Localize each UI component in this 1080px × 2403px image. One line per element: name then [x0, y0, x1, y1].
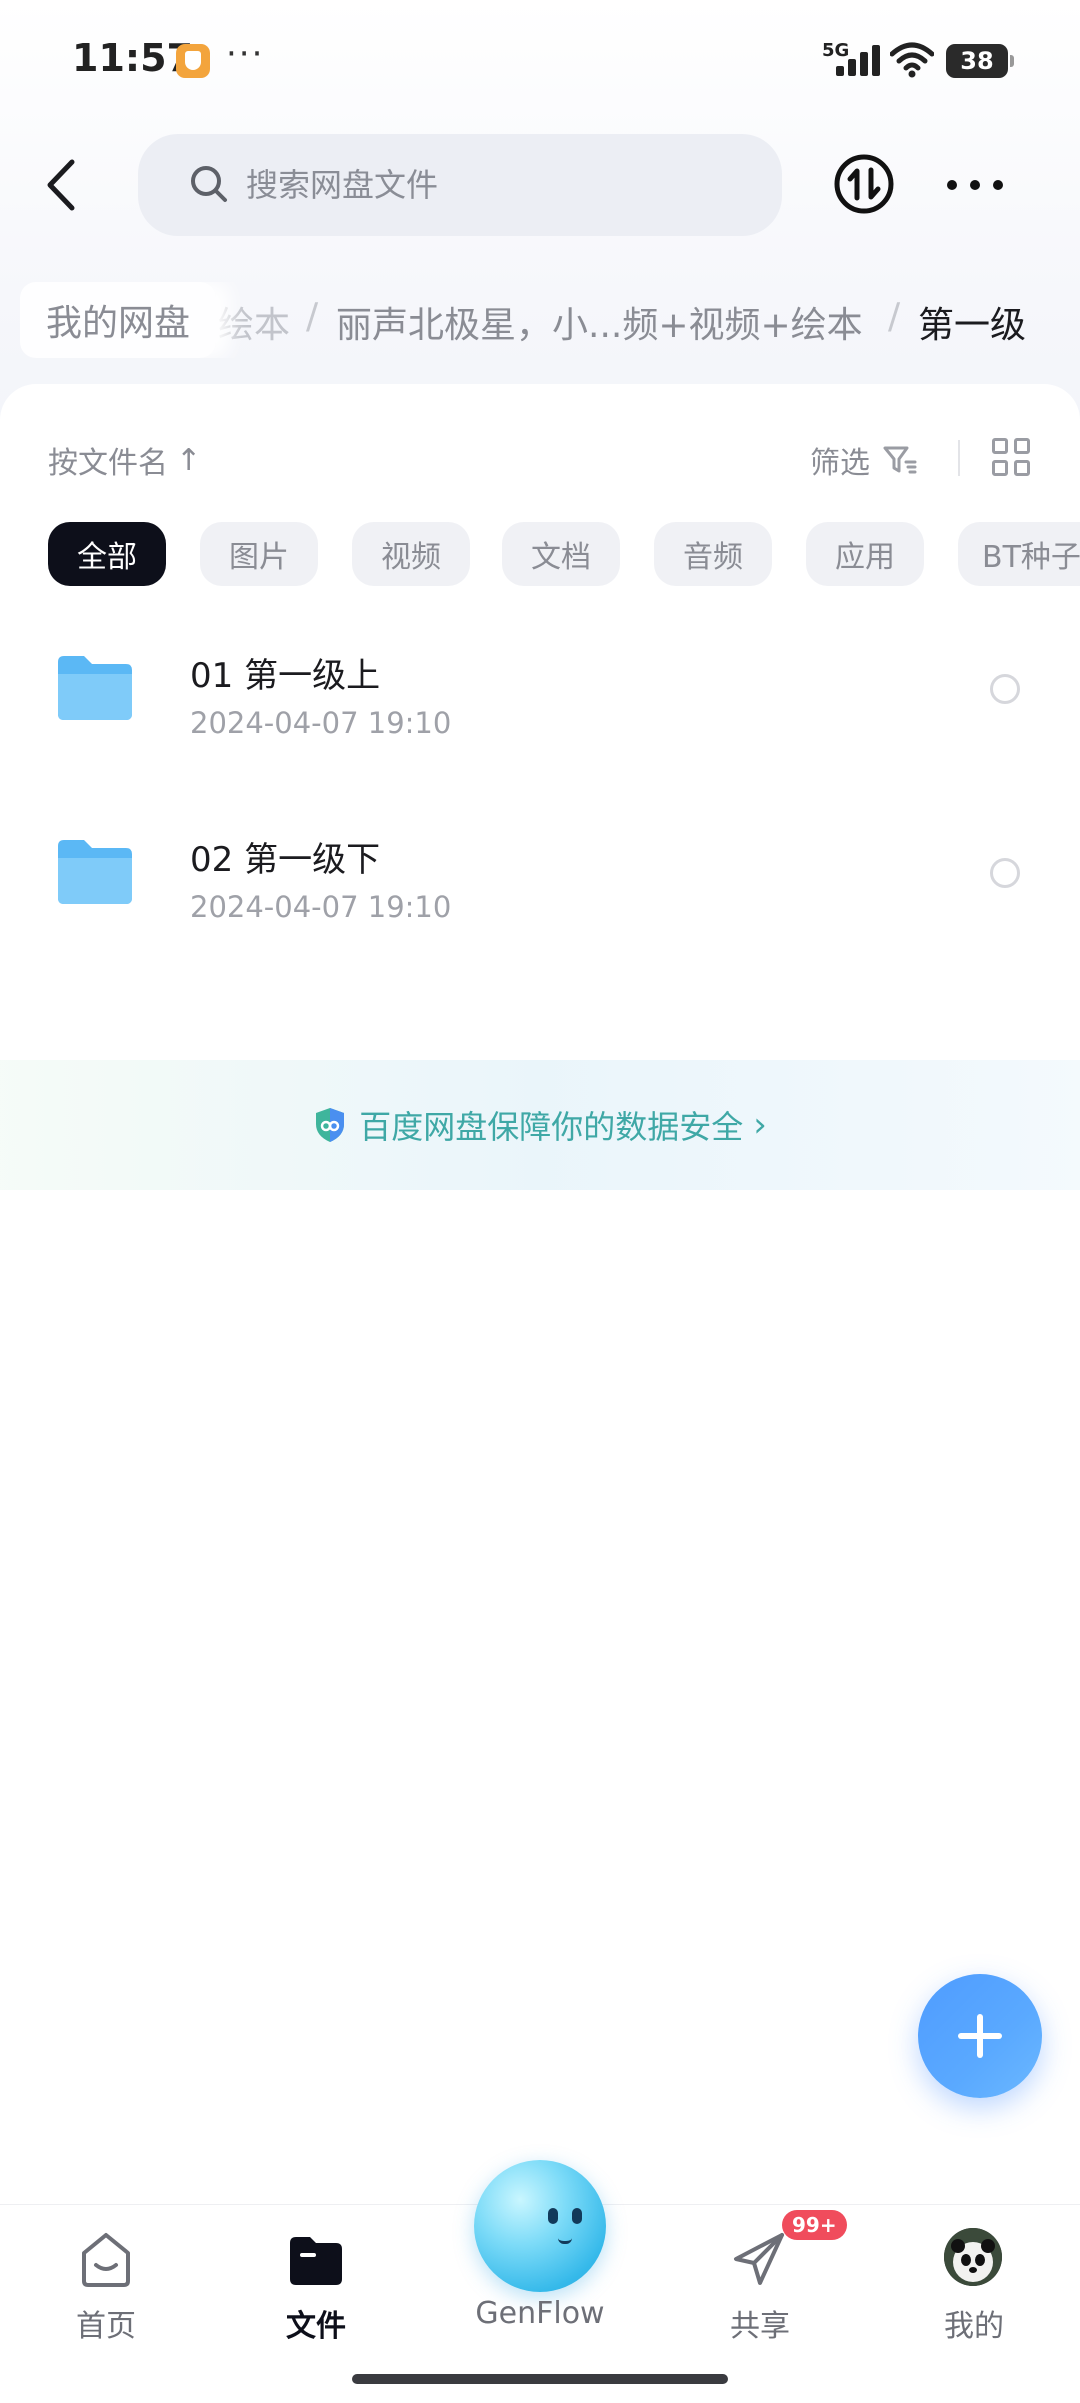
chip-images[interactable]: 图片	[200, 522, 318, 586]
file-date: 2024-04-07 19:10	[190, 890, 452, 924]
search-bar[interactable]	[138, 134, 782, 236]
more-options-icon[interactable]	[940, 160, 1010, 210]
security-banner[interactable]: 百度网盘保障你的数据安全 ›	[0, 1060, 1080, 1190]
orb-eye	[548, 2208, 558, 2224]
sort-arrow-icon: ↑	[176, 442, 202, 478]
chevron-right-icon: ›	[753, 1105, 767, 1145]
transfer-list-icon[interactable]	[832, 152, 896, 216]
status-bar: 11:57 ··· 5G 38	[0, 0, 1080, 120]
breadcrumb-item-root[interactable]: 我的网盘	[20, 282, 217, 358]
chip-all[interactable]: 全部	[48, 522, 166, 586]
file-name: 02 第一级下	[190, 840, 381, 880]
chip-audio[interactable]: 音频	[654, 522, 772, 586]
back-arrow-icon[interactable]	[36, 150, 86, 220]
breadcrumb-separator: /	[888, 296, 901, 337]
paper-plane-icon	[734, 2233, 784, 2285]
folder-icon	[58, 840, 132, 904]
breadcrumb-item-current: 第一级	[918, 305, 1027, 346]
toolbar-divider	[958, 440, 960, 476]
add-button[interactable]	[918, 1974, 1042, 2098]
shield-icon	[316, 1108, 345, 1142]
orb-eye	[572, 2208, 582, 2224]
chip-documents[interactable]: 文档	[502, 522, 620, 586]
status-time: 11:57	[72, 36, 193, 80]
avatar[interactable]	[944, 2228, 1002, 2286]
home-indicator	[352, 2374, 728, 2384]
battery-icon: 38	[946, 44, 1014, 78]
search-input[interactable]	[246, 134, 746, 236]
wifi-icon	[890, 42, 934, 78]
nav-label: 共享	[730, 2309, 790, 2344]
sort-button[interactable]: 按文件名 ↑	[48, 438, 201, 482]
nav-item-share[interactable]: 共享	[690, 2229, 830, 2359]
filter-icon	[883, 446, 917, 474]
nav-item-files[interactable]: 文件	[246, 2229, 386, 2359]
breadcrumb-item-parent[interactable]: 丽声北极星，小...频+视频+绘本	[336, 296, 863, 348]
orb-mouth	[558, 2238, 572, 2244]
home-icon	[82, 2233, 130, 2287]
nav-label: 首页	[76, 2309, 136, 2344]
breadcrumb-item-truncated[interactable]: 绘本	[218, 296, 290, 348]
list-item[interactable]: 02 第一级下 2024-04-07 19:10	[0, 796, 1080, 966]
chip-videos[interactable]: 视频	[352, 522, 470, 586]
nav-label: 我的	[944, 2309, 1004, 2344]
category-filter-bar: 全部 图片 视频 文档 音频 应用 BT种子	[0, 522, 1080, 588]
nav-label: 文件	[286, 2309, 346, 2344]
nav-item-home[interactable]: 首页	[36, 2229, 176, 2359]
grid-view-icon[interactable]	[992, 438, 1032, 478]
chip-apps[interactable]: 应用	[806, 522, 924, 586]
sort-label: 按文件名	[48, 446, 168, 481]
select-checkbox[interactable]	[990, 858, 1020, 888]
filter-button[interactable]: 筛选	[810, 438, 918, 482]
genflow-orb[interactable]	[474, 2160, 606, 2292]
folder-icon	[58, 656, 132, 720]
breadcrumb: 绘本 / 丽声北极星，小...频+视频+绘本 / 第一级 我的网盘	[0, 282, 1080, 358]
file-name: 01 第一级上	[190, 656, 381, 696]
breadcrumb-separator: /	[306, 296, 319, 337]
chip-bt-torrent[interactable]: BT种子	[958, 522, 1080, 586]
signal-icon	[836, 44, 880, 76]
panda-avatar-icon	[944, 2228, 1002, 2286]
security-banner-text: 百度网盘保障你的数据安全	[359, 1108, 744, 1146]
search-icon	[191, 166, 227, 202]
more-notifications-icon: ···	[226, 34, 265, 74]
list-item[interactable]: 01 第一级上 2024-04-07 19:10	[0, 612, 1080, 782]
notification-app-icon	[176, 44, 210, 78]
nav-label-genflow[interactable]: GenFlow	[440, 2296, 640, 2331]
notification-badge: 99+	[782, 2210, 847, 2240]
filter-label: 筛选	[810, 446, 870, 481]
file-date: 2024-04-07 19:10	[190, 706, 452, 740]
select-checkbox[interactable]	[990, 674, 1020, 704]
folder-icon	[290, 2237, 342, 2285]
